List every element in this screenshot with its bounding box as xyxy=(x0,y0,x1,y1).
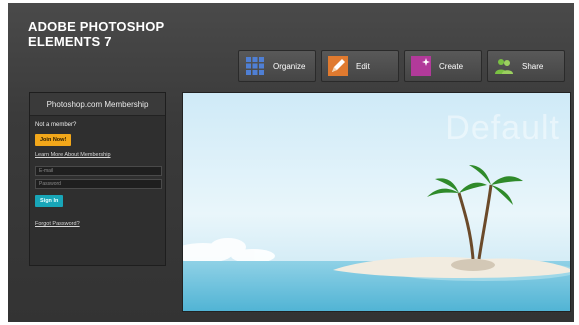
edit-pencil-icon xyxy=(328,56,348,76)
share-people-icon xyxy=(495,59,513,74)
organize-grid-icon xyxy=(246,57,264,75)
membership-panel: Photoshop.com Membership Not a member? J… xyxy=(29,92,166,266)
preview-image: Default xyxy=(182,92,571,312)
create-button[interactable]: Create xyxy=(404,50,482,82)
learn-more-link[interactable]: Learn More About Membership xyxy=(35,152,160,158)
share-button[interactable]: Share xyxy=(487,50,565,82)
create-star-icon xyxy=(411,56,431,76)
share-label: Share xyxy=(522,61,544,71)
edit-button[interactable]: Edit xyxy=(321,50,399,82)
app-window: ADOBE PHOTOSHOP ELEMENTS 7 Organize Edit… xyxy=(8,3,574,322)
watermark-text: Default xyxy=(445,109,560,147)
forgot-password-link[interactable]: Forgot Password? xyxy=(35,221,160,227)
password-field[interactable]: Password xyxy=(35,179,162,189)
organize-label: Organize xyxy=(273,61,306,71)
organize-button[interactable]: Organize xyxy=(238,50,316,82)
join-now-button[interactable]: Join Now! xyxy=(35,134,72,146)
not-member-text: Not a member? xyxy=(35,122,77,128)
app-title: ADOBE PHOTOSHOP ELEMENTS 7 xyxy=(28,19,165,49)
sign-in-button[interactable]: Sign In xyxy=(35,195,64,207)
email-field[interactable]: E-mail xyxy=(35,166,162,176)
edit-label: Edit xyxy=(356,61,370,71)
create-label: Create xyxy=(439,61,464,71)
membership-panel-header: Photoshop.com Membership xyxy=(30,93,165,116)
